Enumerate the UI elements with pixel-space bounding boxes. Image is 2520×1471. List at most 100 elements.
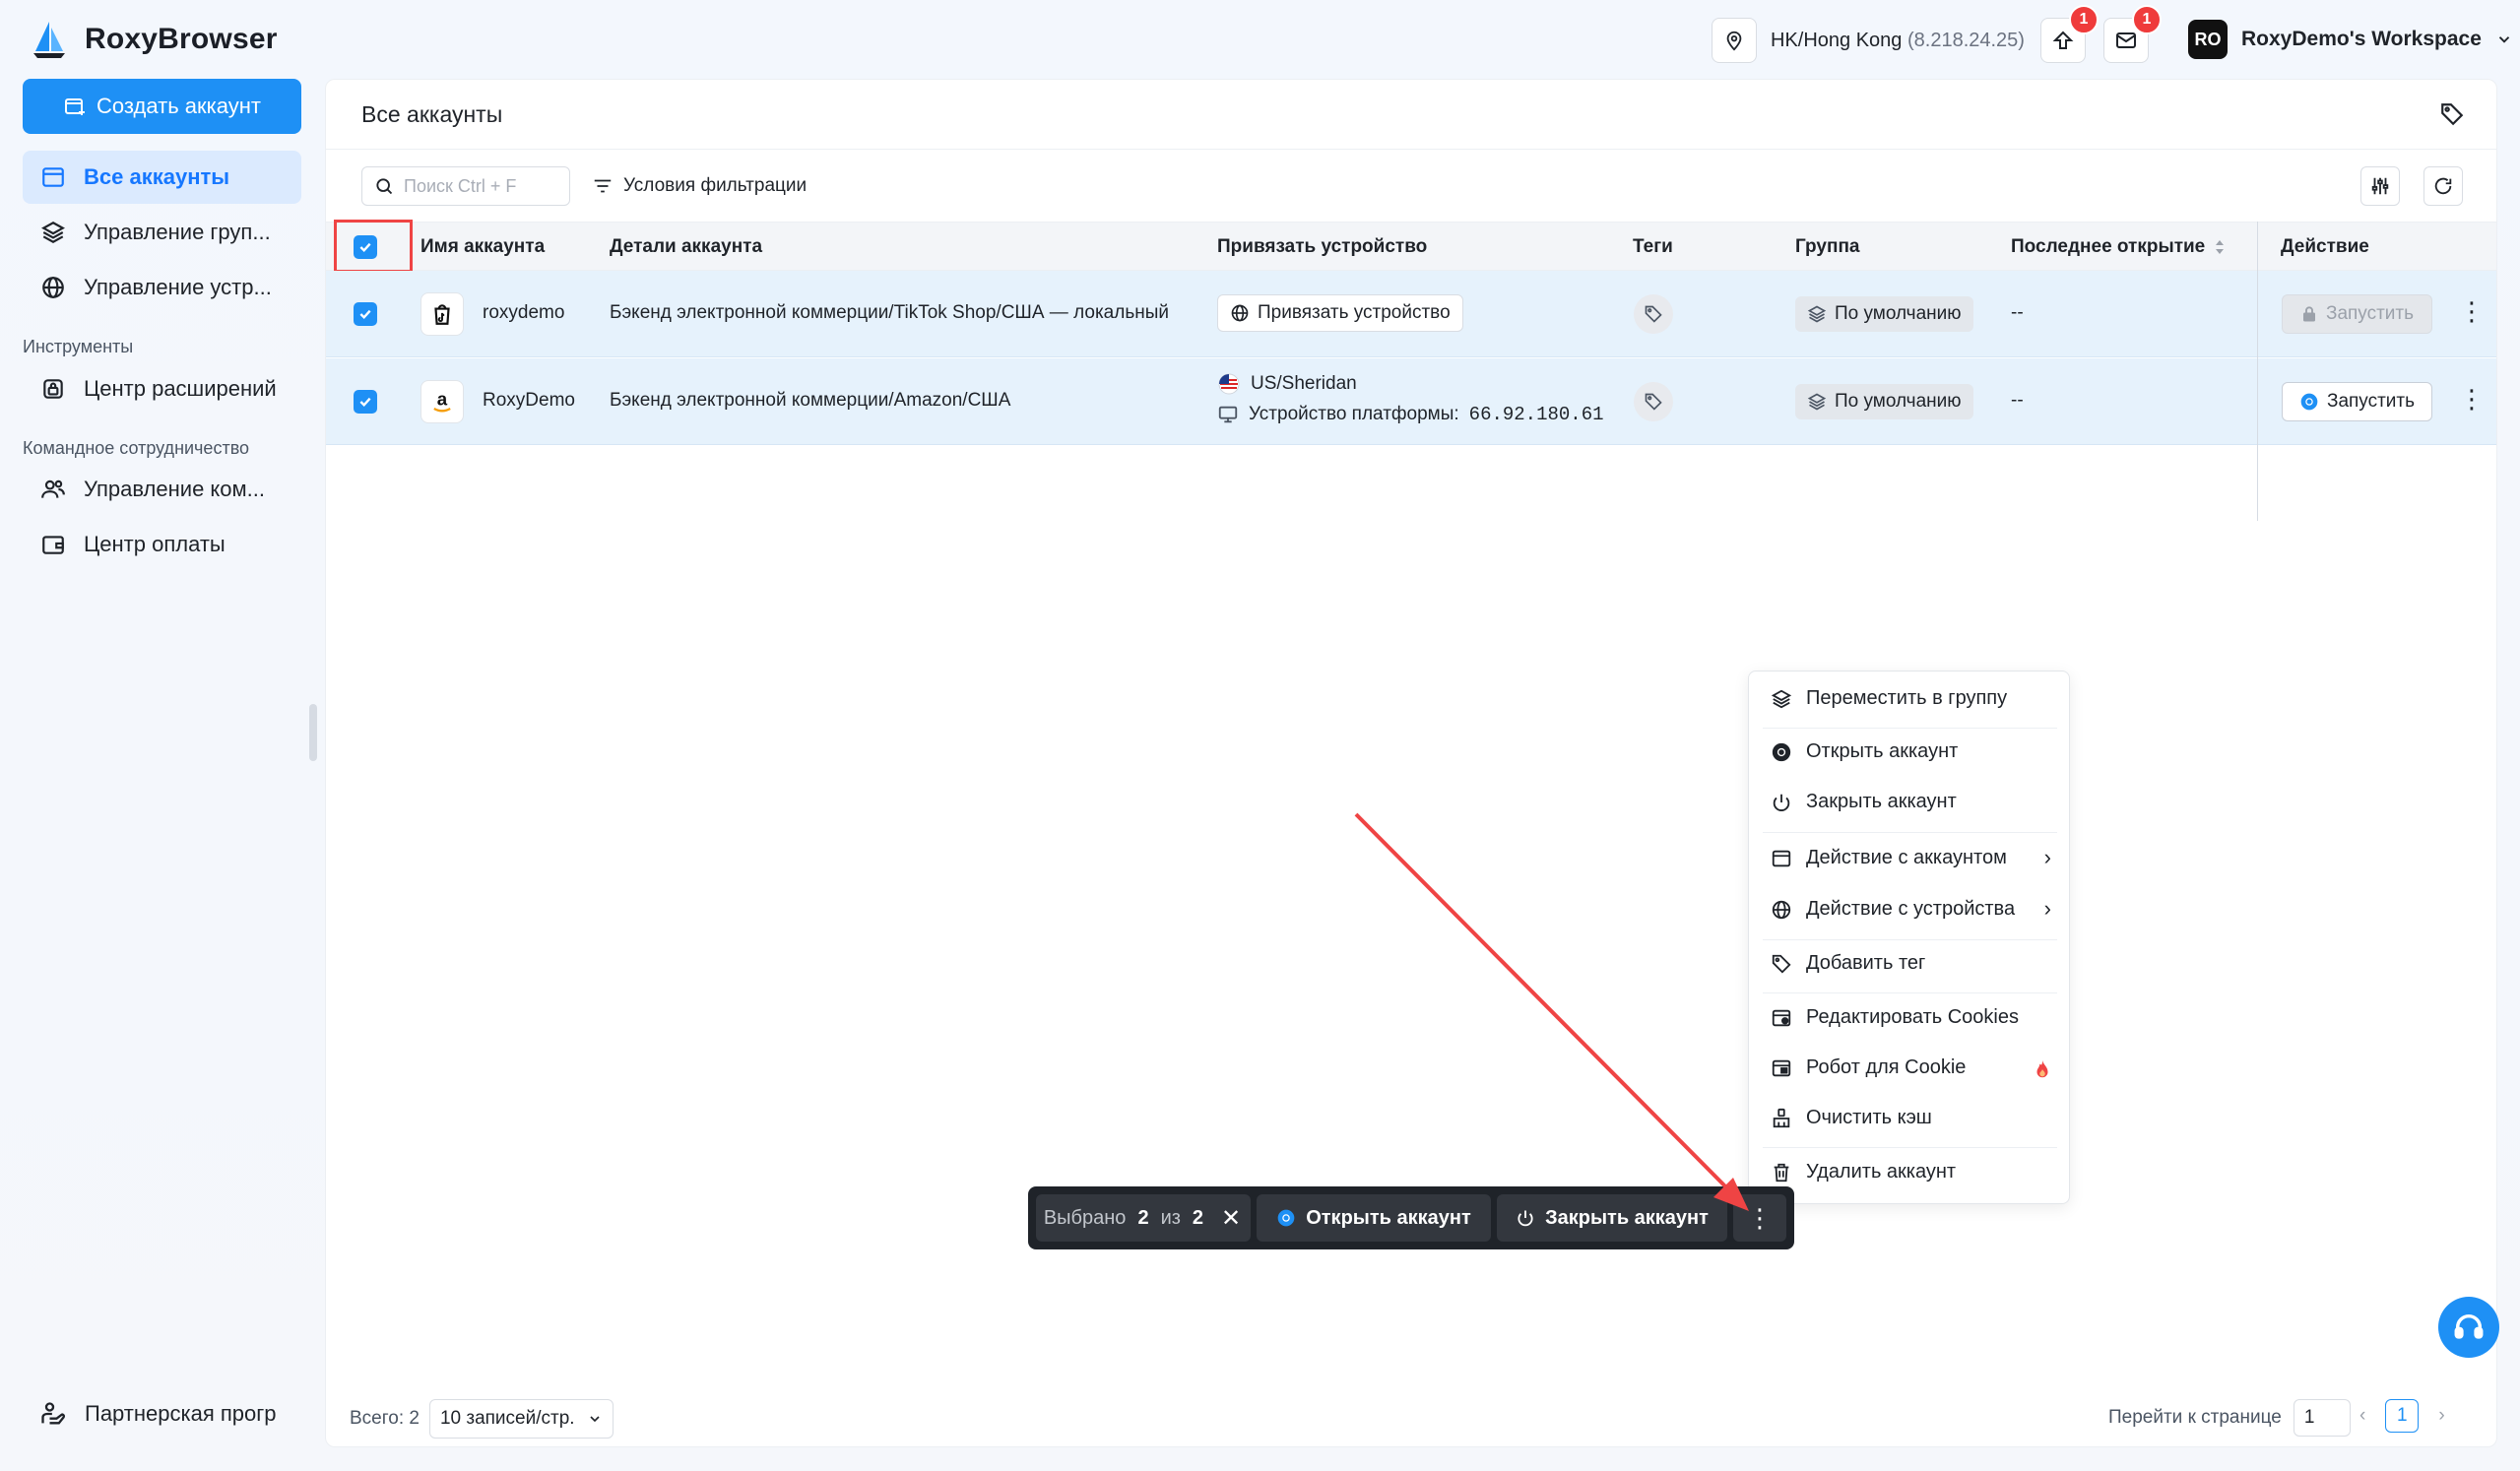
- sidebar-item-extensions[interactable]: Центр расширений: [23, 362, 301, 416]
- menu-item-move-to-group[interactable]: Переместить в группу: [1771, 687, 2007, 710]
- prev-page-icon[interactable]: ‹: [2359, 1405, 2365, 1427]
- total-count: Всего: 2: [350, 1408, 420, 1429]
- sidebar-item-groups[interactable]: Управление груп...: [23, 206, 301, 259]
- account-name[interactable]: RoxyDemo: [483, 390, 575, 412]
- row-checkbox[interactable]: [354, 390, 377, 414]
- upload-icon: [2052, 31, 2074, 49]
- mail-icon: [2116, 32, 2136, 48]
- bind-device-label: Привязать устройство: [1258, 302, 1451, 323]
- bulk-action-bar: Выбрано 2 из 2 ✕ Открыть аккаунт Закрыть ак…: [1028, 1186, 1794, 1249]
- menu-item-add-tag[interactable]: Добавить тег: [1771, 952, 1925, 975]
- support-button[interactable]: [2438, 1297, 2499, 1358]
- bulk-more-button[interactable]: ⋮: [1733, 1194, 1786, 1242]
- sidebar-item-label: Все аккаунты: [84, 164, 230, 189]
- create-account-button[interactable]: Создать аккаунт: [23, 79, 301, 134]
- bulk-open-button[interactable]: Открыть аккаунт: [1257, 1194, 1491, 1242]
- layers-icon: [1807, 305, 1827, 323]
- device-platform-label: Устройство платформы:: [1249, 404, 1459, 424]
- sidebar-item-team[interactable]: Управление ком...: [23, 463, 301, 516]
- next-page-icon[interactable]: ›: [2438, 1405, 2444, 1427]
- tag-manager-button[interactable]: [2439, 101, 2465, 133]
- menu-item-open-account[interactable]: Открыть аккаунт: [1771, 740, 1958, 763]
- create-account-label: Создать аккаунт: [97, 94, 261, 118]
- headset-icon: [2454, 1314, 2484, 1339]
- sidebar-item-devices[interactable]: Управление устр...: [23, 261, 301, 314]
- sort-icon[interactable]: [2214, 238, 2226, 256]
- fire-icon: [2036, 1059, 2048, 1078]
- sidebar-item-payment[interactable]: Центр оплаты: [23, 518, 301, 571]
- more-vertical-icon: ⋮: [1747, 1202, 1773, 1233]
- refresh-button[interactable]: [2423, 166, 2463, 206]
- column-header-last-open[interactable]: Последнее открытие: [2011, 236, 2205, 258]
- account-name[interactable]: roxydemo: [483, 302, 564, 324]
- filter-icon: [594, 179, 612, 193]
- proxy-location[interactable]: HK/Hong Kong (8.218.24.25): [1712, 18, 2025, 63]
- window-icon: [1772, 850, 1791, 866]
- menu-item-label: Редактировать Cookies: [1806, 1006, 2019, 1028]
- launch-button[interactable]: Запустить: [2282, 294, 2432, 334]
- sidebar-item-partner[interactable]: Партнерская прогр: [39, 1400, 277, 1428]
- sidebar-item-label: Центр расширений: [84, 376, 277, 401]
- tiktok-shop-icon: [420, 292, 464, 336]
- monitor-icon: [1218, 406, 1238, 423]
- menu-item-account-actions[interactable]: Действие с аккаунтом: [1771, 847, 2007, 869]
- selected-count: 2: [1137, 1206, 1149, 1229]
- sidebar-resize-handle[interactable]: [309, 704, 317, 761]
- location-name: HK/Hong Kong: [1771, 29, 1903, 51]
- menu-item-device-actions[interactable]: Действие с устройства: [1771, 898, 2015, 921]
- menu-item-label: Действие с устройства: [1806, 898, 2016, 920]
- table-row[interactable]: roxydemo Бэкенд электронной коммерции/Ti…: [326, 271, 2496, 357]
- table-row[interactable]: a RoxyDemo Бэкенд электронной коммерции/…: [326, 358, 2496, 445]
- column-settings-button[interactable]: [2360, 166, 2400, 206]
- add-tag-button[interactable]: [1634, 294, 1673, 334]
- column-header-name[interactable]: Имя аккаунта: [420, 236, 545, 258]
- menu-item-close-account[interactable]: Закрыть аккаунт: [1771, 791, 1957, 813]
- mail-button[interactable]: 1: [2103, 5, 2162, 63]
- page-size-select[interactable]: 10 записей/стр.: [428, 1399, 614, 1439]
- row-checkbox[interactable]: [354, 302, 377, 326]
- bind-device-button[interactable]: Привязать устройство: [1217, 294, 1463, 332]
- account-details: Бэкенд электронной коммерции/TikTok Shop…: [610, 302, 1169, 323]
- tools-section-title: Инструменты: [23, 337, 134, 356]
- pager: ‹ 1 ›: [2359, 1399, 2445, 1433]
- filter-conditions-button[interactable]: Условия фильтрации: [592, 166, 807, 206]
- location-pin-icon: [1712, 18, 1757, 63]
- tag-icon: [1645, 305, 1662, 323]
- clear-selection-icon[interactable]: ✕: [1221, 1204, 1241, 1233]
- row-more-icon[interactable]: ⋮: [2459, 298, 2485, 324]
- broom-icon: [1773, 1108, 1790, 1127]
- upgrade-button[interactable]: 1: [2040, 5, 2099, 63]
- sidebar-item-all-accounts[interactable]: Все аккаунты: [23, 151, 301, 204]
- chrome-icon: [1277, 1209, 1295, 1227]
- layers-icon: [41, 222, 65, 243]
- team-section-title: Командное сотрудничество: [23, 438, 250, 458]
- menu-item-edit-cookies[interactable]: Редактировать Cookies: [1771, 1006, 2019, 1029]
- menu-item-cookie-robot[interactable]: Робот для Cookie: [1771, 1056, 1966, 1079]
- goto-page-input[interactable]: 1: [2293, 1399, 2351, 1437]
- group-badge: По умолчанию: [1795, 384, 1973, 419]
- menu-item-clear-cache[interactable]: Очистить кэш: [1771, 1107, 1932, 1129]
- search-input[interactable]: Поиск Ctrl + F: [361, 166, 570, 206]
- layers-icon: [1771, 689, 1792, 708]
- globe-icon: [1772, 900, 1791, 919]
- workspace-switcher[interactable]: RO RoxyDemo's Workspace: [2188, 20, 2513, 59]
- menu-item-label: Закрыть аккаунт: [1806, 791, 1957, 812]
- tag-icon: [1645, 393, 1662, 411]
- launch-button[interactable]: Запустить: [2282, 382, 2432, 421]
- menu-item-label: Робот для Cookie: [1806, 1056, 1967, 1078]
- group-name: По умолчанию: [1835, 391, 1962, 412]
- sliders-icon: [2371, 177, 2389, 195]
- add-window-icon: [65, 98, 86, 115]
- goto-label: Перейти к странице: [2108, 1407, 2282, 1428]
- row-more-icon[interactable]: ⋮: [2459, 386, 2485, 412]
- column-header-bind: Привязать устройство: [1217, 236, 1428, 257]
- column-header-group: Группа: [1795, 236, 1860, 257]
- handshake-icon: [41, 1402, 65, 1425]
- page-number-button[interactable]: 1: [2385, 1399, 2420, 1433]
- page-title: Все аккаунты: [361, 101, 503, 127]
- chrome-icon: [2300, 393, 2318, 411]
- menu-item-delete-account[interactable]: Удалить аккаунт: [1771, 1161, 1956, 1183]
- bulk-close-button[interactable]: Закрыть аккаунт: [1497, 1194, 1727, 1242]
- title-divider: [326, 149, 2496, 150]
- add-tag-button[interactable]: [1634, 382, 1673, 421]
